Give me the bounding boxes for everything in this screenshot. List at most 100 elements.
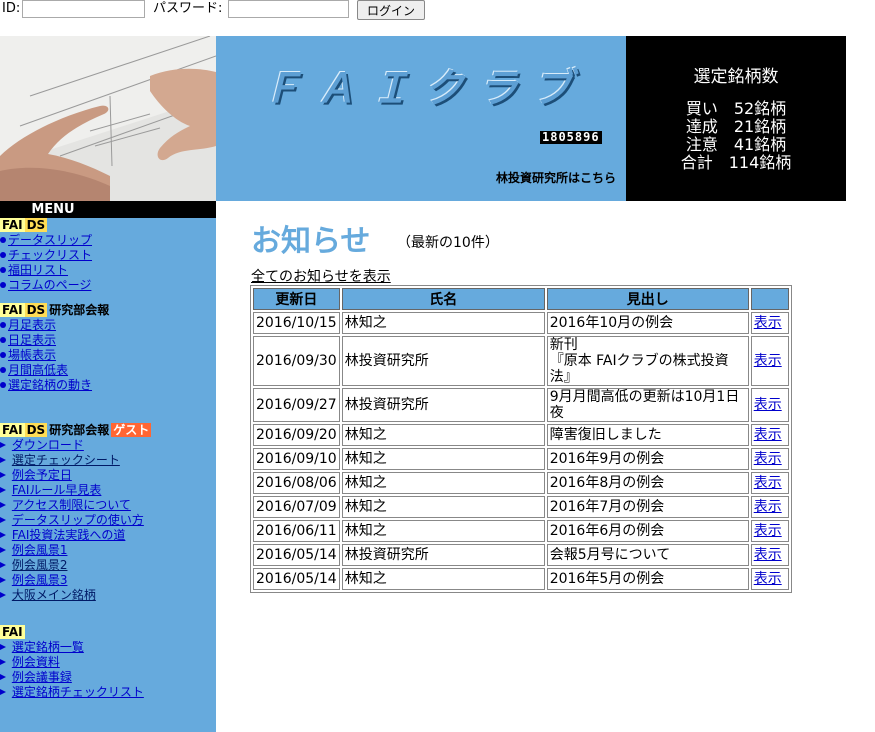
arrow-icon (0, 532, 6, 538)
action-cell: 表示 (750, 336, 789, 386)
action-cell: 表示 (750, 520, 789, 542)
header-banner: ＦＡＩクラブ 1805896 林投資研究所はこちら (216, 36, 626, 201)
list-item: チェックリスト (0, 248, 216, 263)
link-meeting-minutes[interactable]: 例会議事録 (12, 670, 72, 684)
link-meeting-schedule[interactable]: 例会予定日 (12, 468, 72, 482)
link-download[interactable]: ダウンロード (12, 438, 84, 452)
link-check-sheet[interactable]: 選定チェックシート (12, 453, 120, 467)
headline-cell: 2016年10月の例会 (546, 312, 749, 334)
view-link[interactable]: 表示 (754, 451, 782, 467)
table-row: 2016/07/09 林知之 2016年7月の例会 表示 (253, 496, 789, 518)
bulletin-links: 月足表示 日足表示 場帳表示 月間高低表 選定銘柄の動き (0, 318, 216, 393)
link-meeting-photo-2[interactable]: 例会風景2 (12, 558, 68, 572)
list-item: 場帳表示 (0, 348, 216, 363)
bullet-icon (0, 252, 6, 258)
name-cell: 林知之 (341, 424, 545, 446)
date-cell: 2016/05/14 (253, 568, 340, 590)
arrow-icon (0, 592, 6, 598)
password-label: パスワード: (153, 1, 223, 16)
list-item: FAIルール早見表 (0, 483, 216, 498)
stats-caution: 注意 41銘柄 (685, 135, 787, 154)
bullet-icon (0, 337, 6, 343)
lab-link[interactable]: 林投資研究所はこちら (496, 169, 616, 186)
view-link[interactable]: 表示 (754, 475, 782, 491)
action-cell: 表示 (750, 448, 789, 470)
list-item: 選定銘柄の動き (0, 378, 216, 393)
link-fukuda-list[interactable]: 福田リスト (8, 263, 68, 277)
view-link[interactable]: 表示 (754, 353, 782, 369)
arrow-icon (0, 562, 6, 568)
link-practice-guide[interactable]: FAI投資法実践への道 (12, 528, 126, 542)
link-data-slip-howto[interactable]: データスリップの使い方 (12, 513, 144, 527)
link-data-slip[interactable]: データスリップ (8, 233, 92, 247)
arrow-icon (0, 487, 6, 493)
action-cell: 表示 (750, 496, 789, 518)
site-header: ＦＡＩクラブ 1805896 林投資研究所はこちら 選定銘柄数 買い 52銘柄 … (0, 36, 846, 201)
fai-badge: FAI (0, 218, 25, 232)
stats-achieved: 達成 21銘柄 (685, 117, 787, 136)
link-checklist[interactable]: チェックリスト (8, 248, 92, 262)
link-meeting-photo-1[interactable]: 例会風景1 (12, 543, 68, 557)
table-header-row: 更新日 氏名 見出し (253, 288, 789, 310)
list-item: 例会資料 (0, 655, 216, 670)
view-link[interactable]: 表示 (754, 499, 782, 515)
id-label: ID: (2, 1, 21, 16)
view-link[interactable]: 表示 (754, 315, 782, 331)
action-cell: 表示 (750, 388, 789, 422)
link-daily-chart[interactable]: 日足表示 (8, 333, 56, 347)
page-subtitle: （最新の10件） (397, 235, 499, 251)
list-item: 選定チェックシート (0, 453, 216, 468)
fai-links: 選定銘柄一覧 例会資料 例会議事録 選定銘柄チェックリスト (0, 640, 216, 700)
view-link[interactable]: 表示 (754, 523, 782, 539)
ds-badge: DS (24, 303, 48, 317)
link-access-limit[interactable]: アクセス制限について (12, 498, 131, 512)
list-item: アクセス制限について (0, 498, 216, 513)
link-selected-list[interactable]: 選定銘柄一覧 (12, 640, 84, 654)
arrow-icon (0, 659, 6, 665)
headline-cell: 新刊 『原本 FAIクラブの株式投資法』 (546, 336, 749, 386)
view-link[interactable]: 表示 (754, 571, 782, 587)
view-link[interactable]: 表示 (754, 427, 782, 443)
table-row: 2016/05/14 林投資研究所 会報5月号について 表示 (253, 544, 789, 566)
link-column-page[interactable]: コラムのページ (8, 278, 91, 292)
arrow-icon (0, 502, 6, 508)
action-cell: 表示 (750, 312, 789, 334)
link-meeting-docs[interactable]: 例会資料 (12, 655, 60, 669)
arrow-icon (0, 457, 6, 463)
main-content: お知らせ （最新の10件） 全てのお知らせを表示 更新日 氏名 見出し 2016… (216, 201, 875, 732)
headline-cell: 会報5月号について (546, 544, 749, 566)
table-row: 2016/09/27 林投資研究所 9月月間高低の更新は10月1日夜 表示 (253, 388, 789, 422)
bullet-icon (0, 352, 6, 358)
view-link[interactable]: 表示 (754, 397, 782, 413)
name-cell: 林投資研究所 (341, 336, 545, 386)
password-input[interactable] (228, 0, 349, 18)
arrow-icon (0, 547, 6, 553)
headline-cell: 2016年7月の例会 (546, 496, 749, 518)
link-osaka-stocks[interactable]: 大阪メイン銘柄 (12, 588, 96, 602)
table-row: 2016/09/10 林知之 2016年9月の例会 表示 (253, 448, 789, 470)
table-row: 2016/08/06 林知之 2016年8月の例会 表示 (253, 472, 789, 494)
view-link[interactable]: 表示 (754, 547, 782, 563)
link-ledger[interactable]: 場帳表示 (8, 348, 56, 362)
bullet-icon (0, 382, 6, 388)
arrow-icon (0, 689, 6, 695)
show-all-news-link[interactable]: 全てのお知らせを表示 (251, 266, 391, 286)
list-item: 福田リスト (0, 263, 216, 278)
section-title: 研究部会報 (49, 423, 110, 437)
link-monthly-high-low[interactable]: 月間高低表 (8, 363, 68, 377)
table-row: 2016/09/20 林知之 障害復旧しました 表示 (253, 424, 789, 446)
id-input[interactable] (22, 0, 145, 18)
news-table: 更新日 氏名 見出し 2016/10/15 林知之 2016年10月の例会 表示 201… (250, 285, 792, 593)
link-selected-checklist[interactable]: 選定銘柄チェックリスト (12, 685, 144, 699)
login-bar: ID: パスワード: ログイン (0, 0, 875, 22)
link-monthly-chart[interactable]: 月足表示 (8, 318, 56, 332)
table-row: 2016/05/14 林知之 2016年5月の例会 表示 (253, 568, 789, 590)
login-button[interactable]: ログイン (357, 0, 425, 20)
arrow-icon (0, 644, 6, 650)
link-rules[interactable]: FAIルール早見表 (12, 483, 102, 497)
link-meeting-photo-3[interactable]: 例会風景3 (12, 573, 68, 587)
link-selected-movement[interactable]: 選定銘柄の動き (8, 378, 92, 392)
action-cell: 表示 (750, 472, 789, 494)
stats-title: 選定銘柄数 (693, 67, 779, 87)
selected-stocks-panel: 選定銘柄数 買い 52銘柄 達成 21銘柄 注意 41銘柄 合計 114銘柄 (626, 36, 846, 201)
